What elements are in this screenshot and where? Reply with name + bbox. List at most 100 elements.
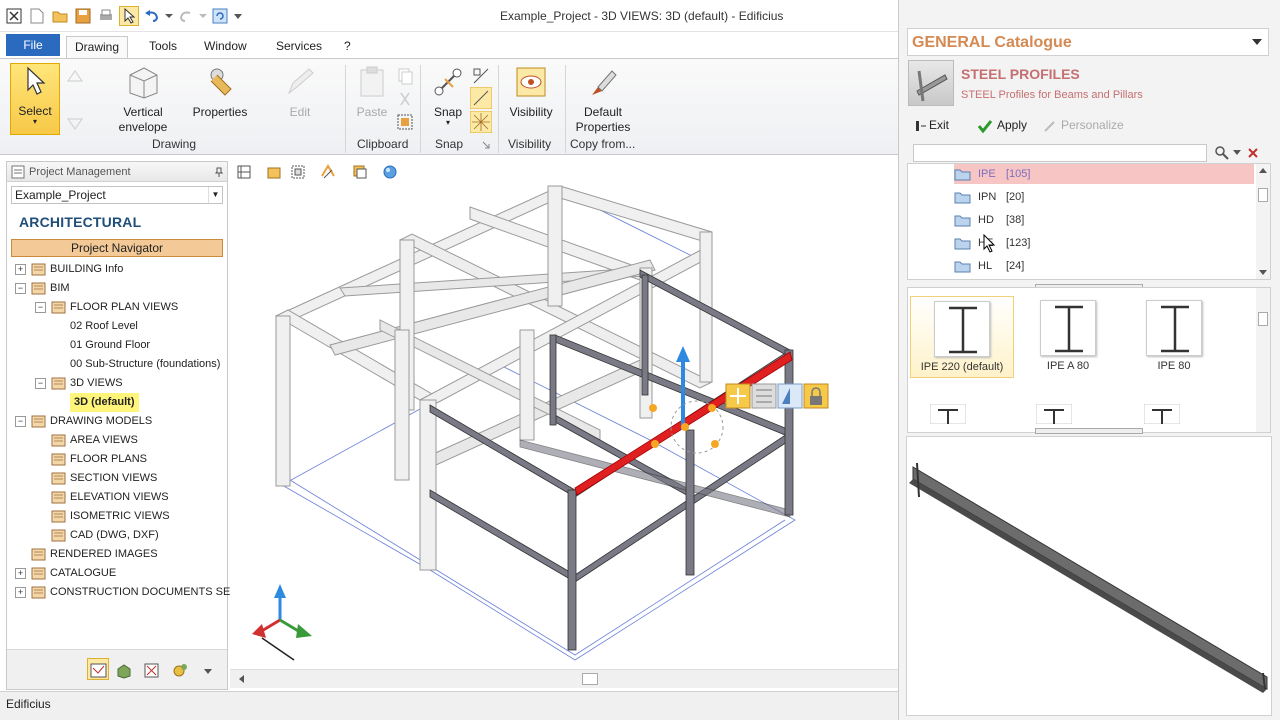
tree-item[interactable]: CAD (DWG, DXF)	[7, 526, 227, 545]
collapse-icon[interactable]: −	[35, 302, 46, 313]
snap-button[interactable]: Snap ▾	[428, 65, 468, 127]
collapse-icon[interactable]: −	[15, 416, 26, 427]
save-icon[interactable]	[73, 6, 93, 26]
snap-settings-icon[interactable]	[482, 141, 490, 149]
tree-item[interactable]: SECTION VIEWS	[7, 469, 227, 488]
profile-type-item[interactable]: HL [24]	[954, 256, 1254, 276]
tab-window[interactable]: Window	[196, 36, 255, 58]
profile-card[interactable]: IPE A 80	[1016, 296, 1120, 378]
open-folder-icon[interactable]	[50, 6, 70, 26]
undo-icon[interactable]	[142, 6, 162, 26]
project-select[interactable]: Example_Project ▼	[11, 186, 223, 204]
tree-item[interactable]: − DRAWING MODELS	[7, 412, 227, 431]
vertical-scrollbar[interactable]	[1256, 164, 1270, 279]
snap-grid-icon[interactable]	[470, 111, 492, 133]
profile-type-item[interactable]: HE[123]	[954, 233, 1254, 253]
tree-item[interactable]: − BIM	[7, 279, 227, 298]
project-navigator-button[interactable]: Project Navigator	[11, 239, 223, 257]
catalogue-search-input[interactable]	[913, 144, 1207, 162]
profile-type-item[interactable]: IPE [105]	[954, 164, 1254, 184]
file-tab[interactable]: File	[6, 34, 60, 56]
profile-type-item[interactable]: IPN [20]	[954, 187, 1254, 207]
tab-help[interactable]: ?	[336, 36, 359, 58]
tree-item[interactable]: 01 Ground Floor	[7, 336, 227, 355]
clear-search-icon[interactable]	[1247, 147, 1259, 159]
structure-model[interactable]	[230, 158, 898, 668]
tab-drawing[interactable]: Drawing	[66, 36, 129, 58]
pointer-icon[interactable]	[119, 6, 139, 26]
settings-gear-icon[interactable]	[171, 662, 188, 679]
chevron-down-icon[interactable]: ▼	[208, 187, 222, 203]
redo-dropdown-icon[interactable]	[199, 6, 207, 26]
select-button[interactable]: Select ▾	[10, 63, 60, 135]
tree-item[interactable]: RENDERED IMAGES	[7, 545, 227, 564]
snap-ortho-icon[interactable]	[470, 87, 492, 109]
snap-endpoint-icon[interactable]	[472, 67, 490, 85]
tree-item[interactable]: ELEVATION VIEWS	[7, 488, 227, 507]
catalogue-select[interactable]: GENERAL Catalogue	[907, 28, 1269, 56]
profile-card[interactable]: IPE 220 (default)	[910, 296, 1014, 378]
tree-item[interactable]: ISOMETRIC VIEWS	[7, 507, 227, 526]
tree-node-icon	[31, 586, 46, 599]
vertical-scrollbar[interactable]	[1256, 288, 1270, 432]
print-icon[interactable]	[96, 6, 116, 26]
arrow-up-icon[interactable]	[66, 67, 84, 85]
scroll-thumb[interactable]	[582, 673, 598, 685]
edit-button[interactable]: Edit	[270, 65, 330, 120]
tab-tools[interactable]: Tools	[141, 36, 185, 58]
tree-item[interactable]: − 3D VIEWS	[7, 374, 227, 393]
tree-item[interactable]: 3D (default)	[7, 393, 227, 412]
tree-item[interactable]: FLOOR PLANS	[7, 450, 227, 469]
search-options-icon[interactable]	[1233, 150, 1241, 156]
app-menu-icon[interactable]	[4, 6, 24, 26]
collapse-icon[interactable]: −	[35, 378, 46, 389]
collapse-icon[interactable]: −	[15, 283, 26, 294]
more-dropdown-icon[interactable]	[203, 662, 213, 679]
3d-viewport[interactable]	[230, 158, 898, 690]
tree-item[interactable]: 00 Sub-Structure (foundations)	[7, 355, 227, 374]
select-all-icon[interactable]	[396, 113, 414, 131]
customize-toolbar-icon[interactable]	[233, 6, 243, 26]
profile-type-item[interactable]: HD [38]	[954, 210, 1254, 230]
refresh-icon[interactable]	[210, 6, 230, 26]
exit-button[interactable]: Exit	[929, 118, 949, 132]
tree-item[interactable]: 02 Roof Level	[7, 317, 227, 336]
expand-icon[interactable]: +	[15, 264, 26, 275]
copy-icon[interactable]	[396, 67, 414, 85]
navigator-icon[interactable]	[90, 662, 107, 679]
documents-icon[interactable]	[143, 662, 160, 679]
tree-item[interactable]: − FLOOR PLAN VIEWS	[7, 298, 227, 317]
properties-button[interactable]: Properties	[190, 65, 250, 120]
expand-icon[interactable]: +	[15, 587, 26, 598]
tab-services[interactable]: Services	[268, 36, 330, 58]
tree-item[interactable]: + CONSTRUCTION DOCUMENTS SET	[7, 583, 237, 602]
visibility-button[interactable]: Visibility	[504, 65, 558, 120]
profile-card[interactable]: IPE 80	[1122, 296, 1226, 378]
scroll-thumb[interactable]	[1258, 188, 1268, 202]
default-properties-label-2: Properties	[575, 120, 631, 134]
scroll-left-icon[interactable]	[238, 675, 246, 683]
pin-icon[interactable]	[215, 167, 223, 177]
tree-item[interactable]: + BUILDING Info	[7, 260, 227, 279]
apply-button[interactable]: Apply	[997, 118, 1027, 132]
chevron-down-icon[interactable]	[1252, 39, 1262, 45]
default-properties-button[interactable]: Default Properties	[570, 65, 636, 135]
catalogue-icon[interactable]	[115, 662, 132, 679]
undo-dropdown-icon[interactable]	[165, 6, 173, 26]
search-icon[interactable]	[1215, 146, 1229, 160]
arrow-down-icon[interactable]	[66, 115, 84, 133]
scroll-up-icon[interactable]	[1259, 168, 1267, 174]
splitter-handle[interactable]	[1035, 428, 1143, 434]
personalize-button[interactable]: Personalize	[1061, 118, 1124, 132]
redo-icon[interactable]	[176, 6, 196, 26]
tree-item[interactable]: + CATALOGUE	[7, 564, 227, 583]
paste-button[interactable]: Paste	[352, 65, 392, 120]
horizontal-scrollbar[interactable]	[230, 669, 898, 688]
expand-icon[interactable]: +	[15, 568, 26, 579]
cut-icon[interactable]	[396, 91, 414, 109]
scroll-thumb[interactable]	[1258, 312, 1268, 326]
scroll-down-icon[interactable]	[1259, 270, 1267, 276]
vertical-envelope-button[interactable]: Vertical envelope	[112, 65, 174, 135]
new-file-icon[interactable]	[27, 6, 47, 26]
tree-item[interactable]: AREA VIEWS	[7, 431, 227, 450]
